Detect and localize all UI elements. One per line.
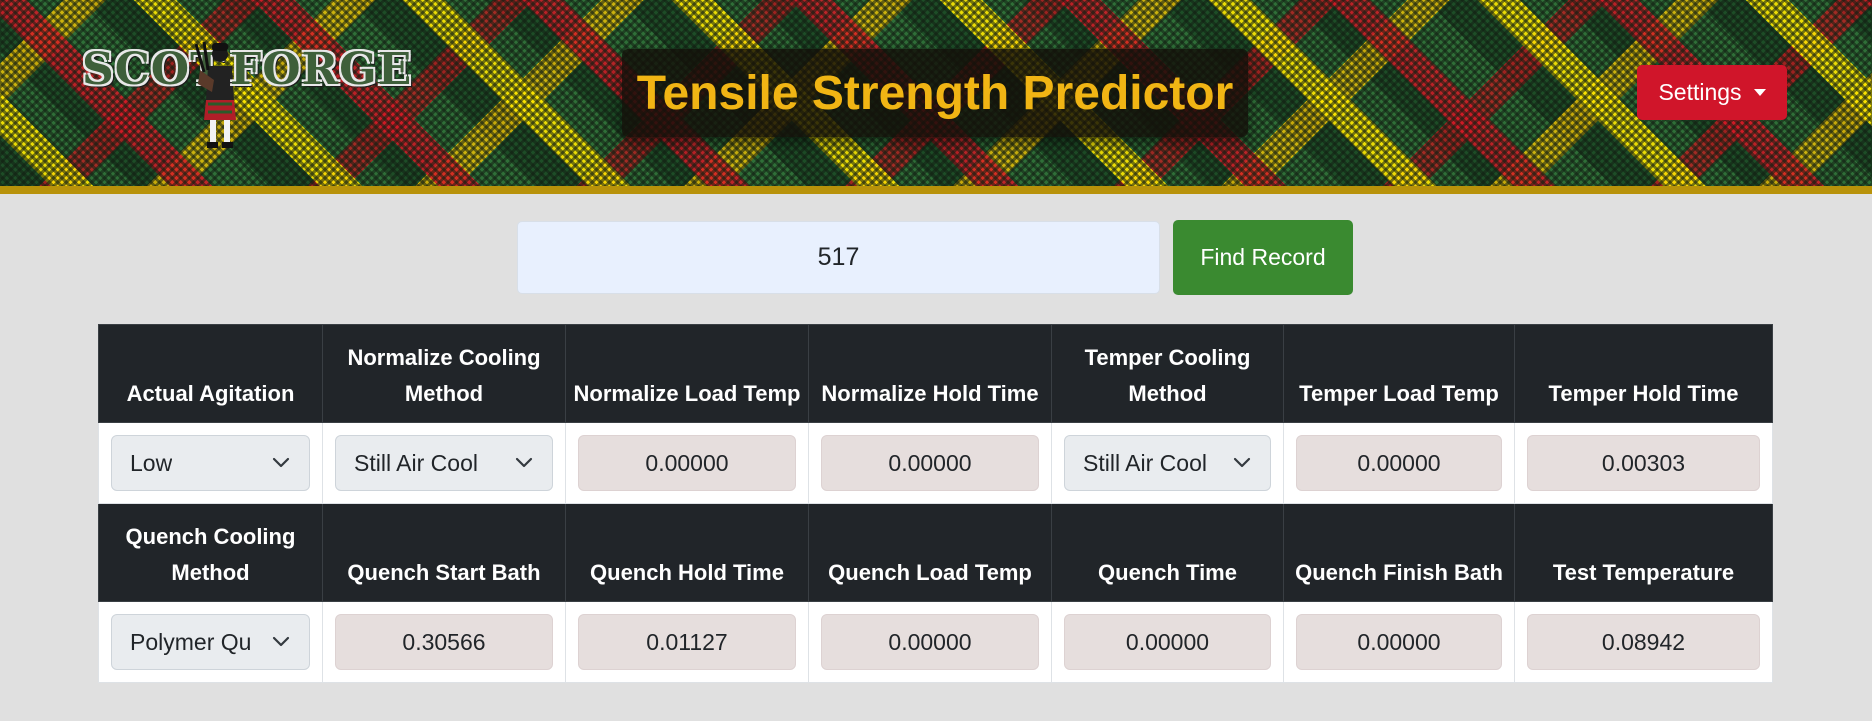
title-box: Tensile Strength Predictor <box>622 49 1248 137</box>
col-header-quench-time: Quench Time <box>1051 503 1284 602</box>
col-header-normalize-cooling-method: Normalize Cooling Method <box>322 324 566 423</box>
quench-cooling-method-select[interactable]: Polymer Qu <box>111 614 310 670</box>
scot-forge-logo[interactable]: SCOT FORGE <box>82 40 411 152</box>
chevron-down-icon <box>272 457 290 468</box>
normalize-cooling-method-value: Still Air Cool <box>354 449 478 476</box>
cell-temper-load-temp: 0.00000 <box>1283 422 1515 504</box>
cell-test-temperature: 0.08942 <box>1514 601 1773 683</box>
page-title: Tensile Strength Predictor <box>636 66 1234 120</box>
cell-quench-finish-bath: 0.00000 <box>1283 601 1515 683</box>
col-header-temper-cooling-method: Temper Cooling Method <box>1051 324 1284 423</box>
col-header-temper-load-temp: Temper Load Temp <box>1283 324 1515 423</box>
settings-dropdown-button[interactable]: Settings <box>1637 65 1787 120</box>
header-row-2: Quench Cooling Method Quench Start Bath … <box>98 503 1773 602</box>
temper-hold-time-field[interactable]: 0.00303 <box>1527 435 1760 491</box>
cell-actual-agitation: Low <box>98 422 323 504</box>
col-header-temper-hold-time: Temper Hold Time <box>1514 324 1773 423</box>
col-header-test-temperature: Test Temperature <box>1514 503 1773 602</box>
col-header-quench-finish-bath: Quench Finish Bath <box>1283 503 1515 602</box>
header-border <box>0 186 1872 194</box>
chevron-down-icon <box>515 457 533 468</box>
cell-temper-hold-time: 0.00303 <box>1514 422 1773 504</box>
col-header-quench-load-temp: Quench Load Temp <box>808 503 1052 602</box>
cell-quench-hold-time: 0.01127 <box>565 601 809 683</box>
cell-quench-start-bath: 0.30566 <box>322 601 566 683</box>
col-header-quench-cooling-method: Quench Cooling Method <box>98 503 323 602</box>
record-search-input[interactable] <box>517 221 1160 294</box>
col-header-quench-start-bath: Quench Start Bath <box>322 503 566 602</box>
parameters-table: Actual Agitation Normalize Cooling Metho… <box>98 324 1773 683</box>
quench-hold-time-field[interactable]: 0.01127 <box>578 614 796 670</box>
normalize-cooling-method-select[interactable]: Still Air Cool <box>335 435 553 491</box>
col-header-quench-hold-time: Quench Hold Time <box>565 503 809 602</box>
actual-agitation-select[interactable]: Low <box>111 435 310 491</box>
quench-start-bath-field[interactable]: 0.30566 <box>335 614 553 670</box>
quench-load-temp-field[interactable]: 0.00000 <box>821 614 1039 670</box>
find-record-button[interactable]: Find Record <box>1173 220 1353 295</box>
value-row-1: Low Still Air Cool 0.00000 0.00000 Still… <box>98 422 1773 504</box>
test-temperature-field[interactable]: 0.08942 <box>1527 614 1760 670</box>
cell-temper-cooling-method: Still Air Cool <box>1051 422 1284 504</box>
quench-time-field[interactable]: 0.00000 <box>1064 614 1271 670</box>
col-header-normalize-hold-time: Normalize Hold Time <box>808 324 1052 423</box>
quench-finish-bath-field[interactable]: 0.00000 <box>1296 614 1502 670</box>
cell-quench-time: 0.00000 <box>1051 601 1284 683</box>
chevron-down-icon <box>272 636 290 647</box>
settings-label: Settings <box>1658 79 1742 105</box>
cell-normalize-hold-time: 0.00000 <box>808 422 1052 504</box>
quench-cooling-method-value: Polymer Qu <box>130 628 252 655</box>
temper-cooling-method-value: Still Air Cool <box>1083 449 1207 476</box>
normalize-hold-time-field[interactable]: 0.00000 <box>821 435 1039 491</box>
temper-load-temp-field[interactable]: 0.00000 <box>1296 435 1502 491</box>
actual-agitation-value: Low <box>130 449 173 476</box>
normalize-load-temp-field[interactable]: 0.00000 <box>578 435 796 491</box>
cell-quench-cooling-method: Polymer Qu <box>98 601 323 683</box>
cell-normalize-load-temp: 0.00000 <box>565 422 809 504</box>
value-row-2: Polymer Qu 0.30566 0.01127 0.00000 0.000… <box>98 601 1773 683</box>
header-row-1: Actual Agitation Normalize Cooling Metho… <box>98 324 1773 423</box>
temper-cooling-method-select[interactable]: Still Air Cool <box>1064 435 1271 491</box>
cell-quench-load-temp: 0.00000 <box>808 601 1052 683</box>
col-header-actual-agitation: Actual Agitation <box>98 324 323 423</box>
cell-normalize-cooling-method: Still Air Cool <box>322 422 566 504</box>
col-header-normalize-load-temp: Normalize Load Temp <box>565 324 809 423</box>
logo-text-forge: FORGE <box>230 44 413 95</box>
caret-down-icon <box>1753 89 1766 96</box>
chevron-down-icon <box>1233 457 1251 468</box>
